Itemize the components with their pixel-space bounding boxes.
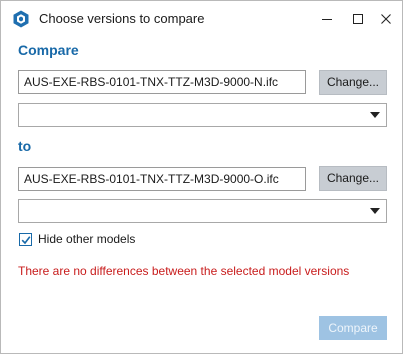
chevron-down-icon bbox=[370, 208, 380, 214]
title-bar[interactable]: Choose versions to compare bbox=[1, 1, 402, 37]
app-logo-icon bbox=[12, 10, 30, 28]
close-button[interactable] bbox=[376, 9, 396, 29]
to-heading: to bbox=[18, 138, 32, 154]
to-file-field[interactable]: AUS-EXE-RBS-0101-TNX-TTZ-M3D-9000-O.ifc bbox=[18, 167, 306, 191]
status-message: There are no differences between the sel… bbox=[18, 264, 350, 278]
to-version-dropdown[interactable] bbox=[18, 199, 387, 223]
minimize-icon bbox=[322, 19, 332, 20]
maximize-icon bbox=[353, 14, 363, 24]
hide-other-models-checkbox[interactable] bbox=[19, 233, 32, 246]
chevron-down-icon bbox=[370, 112, 380, 118]
compare-heading: Compare bbox=[18, 42, 79, 58]
compare-change-button[interactable]: Change... bbox=[319, 70, 387, 95]
compare-button[interactable]: Compare bbox=[319, 316, 387, 340]
close-icon bbox=[381, 14, 391, 24]
window-title: Choose versions to compare bbox=[39, 11, 205, 26]
compare-file-field[interactable]: AUS-EXE-RBS-0101-TNX-TTZ-M3D-9000-N.ifc bbox=[18, 70, 306, 94]
checkmark-icon bbox=[21, 236, 31, 245]
compare-versions-dialog: Choose versions to compare Compare AUS-E… bbox=[0, 0, 403, 354]
compare-version-dropdown[interactable] bbox=[18, 103, 387, 127]
to-change-button[interactable]: Change... bbox=[319, 166, 387, 191]
minimize-button[interactable] bbox=[317, 9, 337, 29]
hide-other-models-label: Hide other models bbox=[38, 232, 136, 246]
maximize-button[interactable] bbox=[348, 9, 368, 29]
